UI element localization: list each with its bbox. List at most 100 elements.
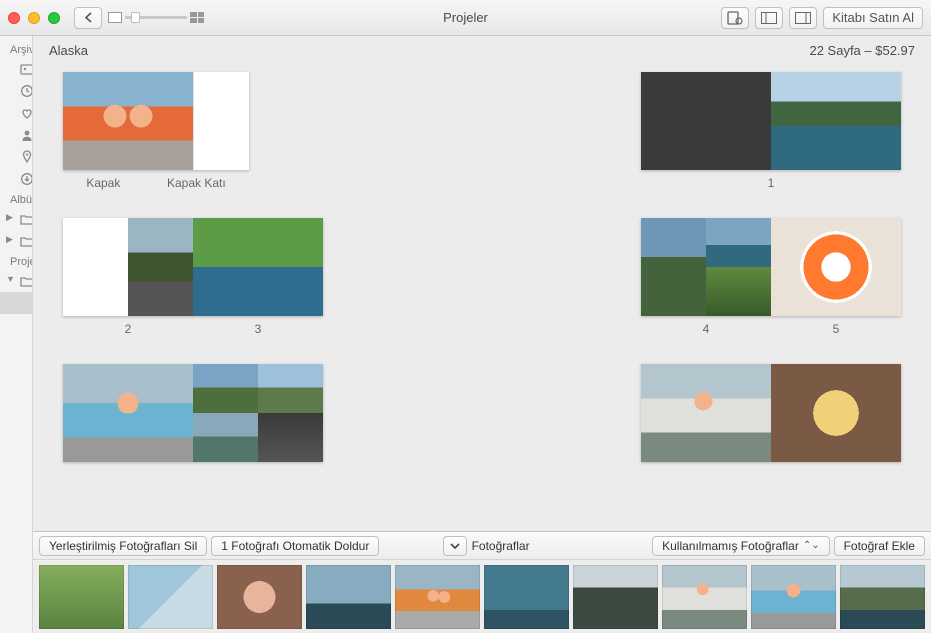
sidebar-item-my-albums[interactable]: Albümlerim [0,230,32,252]
page-label: Kapak Katı [167,176,226,190]
folder-icon [20,211,33,227]
heart-icon [20,105,33,121]
sidebar-project-alaska[interactable]: Alaska [0,292,33,314]
settings-button[interactable] [721,7,749,29]
sidebar-item-people[interactable]: Kişiler [0,124,32,146]
sidebar-heading-albums: Albümler [0,190,32,208]
chevron-down-icon [450,542,460,550]
sidebar-item-places[interactable]: Yerler [0,146,32,168]
sidebar-item-photos[interactable]: Fotoğraflar [0,58,32,80]
sidebar-heading-archive: Arşiv [0,40,32,58]
sidebar-item-media-types[interactable]: Ortam Türleri [0,208,32,230]
strip-thumb[interactable] [484,565,569,629]
sidebar-item-favorites[interactable]: Favoriler [0,102,32,124]
content-area: Alaska 22 Sayfa – $52.97 Kapak Kapak Kat… [33,36,931,633]
spread-6-7[interactable] [63,364,323,462]
sidebar-item-imports[interactable]: İçe Aktarmalar [0,168,32,190]
photo-strip[interactable] [33,559,931,633]
disclosure-triangle-icon[interactable]: ▶ [6,234,13,245]
spread-8-9[interactable] [641,364,901,462]
sidebar-project-item[interactable]: Chinese New Year [0,380,33,402]
strip-thumb[interactable] [306,565,391,629]
layout-button-2[interactable] [789,7,817,29]
page-7[interactable] [193,364,323,462]
pages-grid: Kapak Kapak Katı 1 [33,64,931,531]
clear-placed-button[interactable]: Yerleştirilmiş Fotoğrafları Sil [39,536,207,556]
strip-thumb[interactable] [840,565,925,629]
page-8[interactable] [641,364,771,462]
project-page-info: 22 Sayfa – $52.97 [809,43,915,58]
sidebar-item-my-projects[interactable]: Projelerim [0,270,32,292]
disclosure-triangle-icon[interactable]: ▶ [6,212,13,223]
titlebar: Projeler Kitabı Satın Al [0,0,931,36]
page-inside-cover[interactable] [641,72,771,170]
cover-group[interactable]: Kapak Kapak Katı [63,72,249,190]
spread-2-3[interactable]: 2 3 [63,218,323,336]
chevron-left-icon [84,12,93,23]
strip-thumb[interactable] [395,565,480,629]
spread-4-5[interactable]: 4 5 [641,218,901,336]
photos-icon [20,61,33,77]
page-3[interactable] [193,218,323,316]
sidebar: Arşiv Fotoğraflar Anılar Favoriler Kişil… [0,36,33,633]
page-spine[interactable] [193,72,249,170]
page-label: 2 [125,322,132,336]
zoom-min-icon [108,12,122,23]
slider-handle[interactable] [131,12,140,23]
page-5[interactable] [771,218,901,316]
spread-0-1[interactable]: 1 [641,72,901,190]
folder-icon [20,273,33,289]
strip-thumb[interactable] [39,565,124,629]
strip-thumb[interactable] [128,565,213,629]
updown-icon: ⌃⌄ [803,540,820,551]
project-title: Alaska [49,43,88,58]
unused-photos-select[interactable]: Kullanılmamış Fotoğraflar ⌃⌄ [652,536,829,556]
page-6[interactable] [63,364,193,462]
minimize-icon[interactable] [28,12,40,24]
select-label: Kullanılmamış Fotoğraflar [662,539,799,553]
add-photo-button[interactable]: Fotoğraf Ekle [834,536,925,556]
fullscreen-icon[interactable] [48,12,60,24]
page-label: 5 [833,322,840,336]
slider-rail[interactable] [125,16,187,19]
clock-icon [20,83,33,99]
person-icon [20,127,33,143]
buy-button[interactable]: Kitabı Satın Al [823,7,923,29]
sidebar-project-item[interactable]: On top of the World [0,358,33,380]
disclosure-triangle-icon[interactable]: ▼ [6,274,15,284]
window-controls [8,12,60,24]
strip-thumb[interactable] [751,565,836,629]
page-9[interactable] [771,364,901,462]
page-settings-icon [727,11,743,25]
strip-thumb[interactable] [573,565,658,629]
sidebar-project-item[interactable]: Hiking Adventure [0,402,33,424]
page-4[interactable] [641,218,771,316]
page-1[interactable] [771,72,901,170]
photos-label: Fotoğraflar [472,539,530,553]
zoom-slider[interactable] [108,12,204,23]
folder-icon [20,233,33,249]
page-label: 4 [703,322,710,336]
autofill-button[interactable]: 1 Fotoğrafı Otomatik Doldur [211,536,379,556]
sidebar-project-item[interactable]: Happy Birthday Grandma! [0,314,33,336]
content-header: Alaska 22 Sayfa – $52.97 [33,36,931,64]
close-icon[interactable] [8,12,20,24]
page-label: Kapak [86,176,120,190]
collapse-strip-button[interactable] [443,536,467,556]
zoom-max-icon [190,12,204,23]
back-button[interactable] [74,7,102,29]
strip-thumb[interactable] [662,565,747,629]
layout2-icon [795,12,811,24]
sidebar-item-memories[interactable]: Anılar [0,80,32,102]
page-2[interactable] [63,218,193,316]
pin-icon [20,149,33,165]
strip-thumb[interactable] [217,565,302,629]
download-icon [20,171,33,187]
bottom-toolbar: Yerleştirilmiş Fotoğrafları Sil 1 Fotoğr… [33,531,931,559]
sidebar-project-item[interactable]: The Pup [0,336,33,358]
page-label: 3 [255,322,262,336]
sidebar-heading-projects: Projeler [0,252,32,270]
layout-button-1[interactable] [755,7,783,29]
page-cover[interactable] [63,72,193,170]
layout-icon [761,12,777,24]
